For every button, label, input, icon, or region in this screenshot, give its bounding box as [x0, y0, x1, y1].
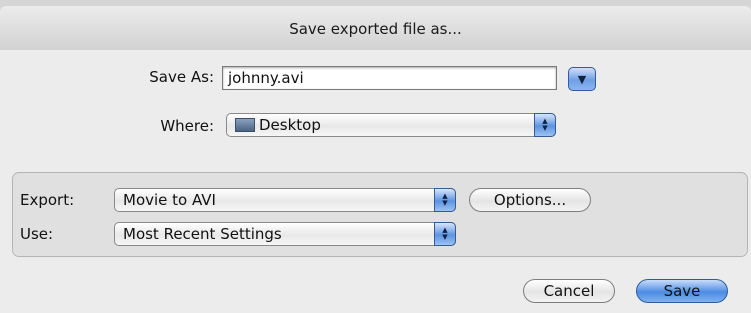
save-as-label: Save As: [149, 68, 214, 86]
options-button[interactable]: Options... [469, 188, 591, 212]
popup-arrows-icon: ▲ ▼ [434, 222, 456, 246]
cancel-button[interactable]: Cancel [523, 279, 615, 303]
dialog-title-bar: Save exported file as... [0, 6, 751, 51]
export-popup[interactable]: Movie to AVI ▲ ▼ [114, 188, 456, 212]
use-value: Most Recent Settings [123, 225, 282, 243]
save-button[interactable]: Save [636, 279, 728, 303]
popup-arrows-icon: ▲ ▼ [534, 113, 556, 137]
dialog-title: Save exported file as... [289, 20, 462, 38]
export-value: Movie to AVI [123, 191, 216, 209]
use-label: Use: [20, 225, 54, 243]
where-popup[interactable]: Desktop ▲ ▼ [226, 113, 556, 137]
popup-arrows-icon: ▲ ▼ [434, 188, 456, 212]
folder-icon [235, 118, 255, 132]
where-label: Where: [160, 117, 214, 135]
chevron-down-icon: ▼ [577, 72, 587, 86]
filename-input[interactable]: johnny.avi [222, 66, 557, 90]
expand-browser-button[interactable]: ▼ [568, 67, 596, 91]
where-value: Desktop [259, 116, 321, 134]
export-label: Export: [20, 191, 75, 209]
use-popup[interactable]: Most Recent Settings ▲ ▼ [114, 222, 456, 246]
